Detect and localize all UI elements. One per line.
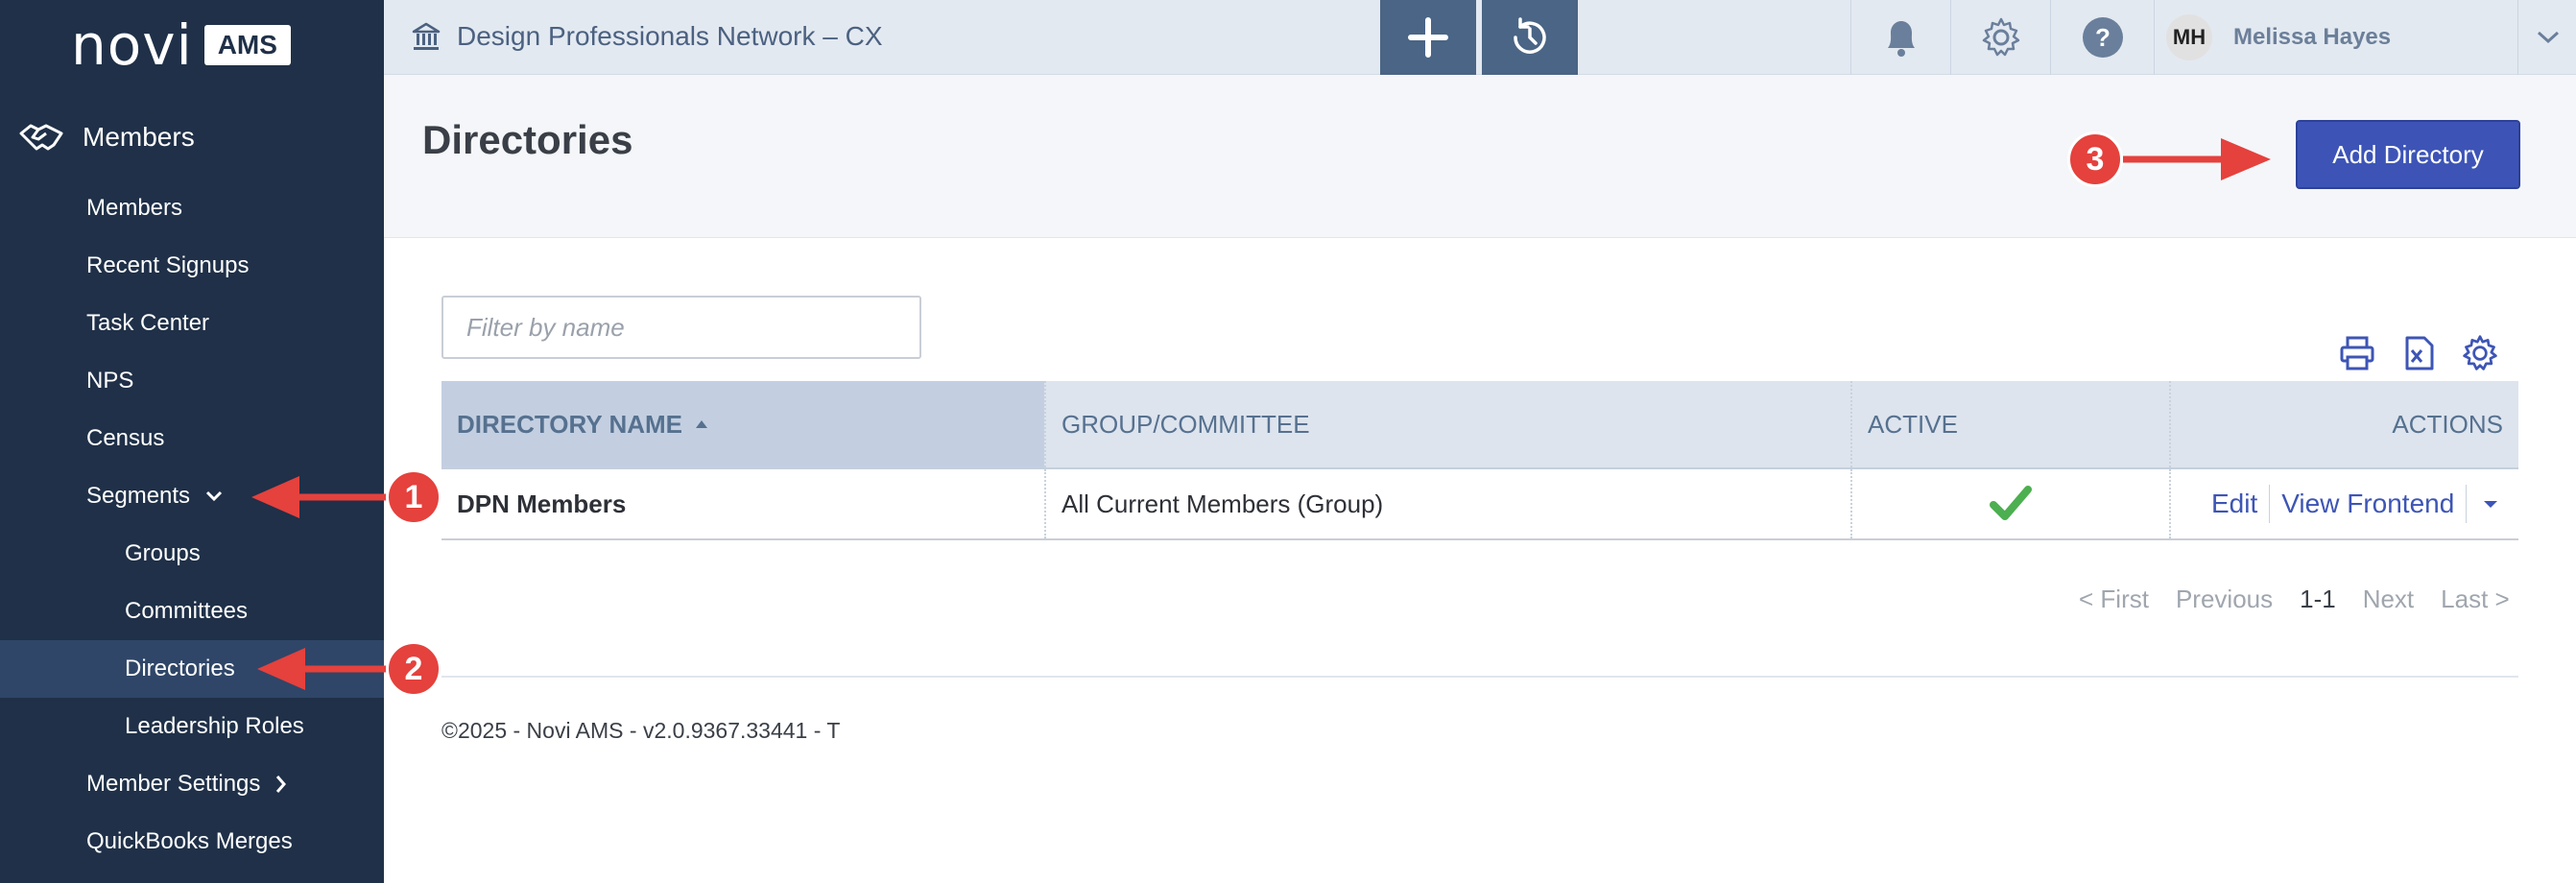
annotation-badge-2: 2 bbox=[386, 641, 441, 697]
annotation-arrows bbox=[251, 138, 2271, 690]
annotation-arrow-2 bbox=[257, 648, 388, 690]
annotation-badge-1: 1 bbox=[386, 469, 441, 525]
annotation-arrow-3 bbox=[2123, 138, 2271, 180]
annotation-arrow-1 bbox=[251, 476, 388, 518]
annotation-badge-3: 3 bbox=[2067, 131, 2123, 187]
